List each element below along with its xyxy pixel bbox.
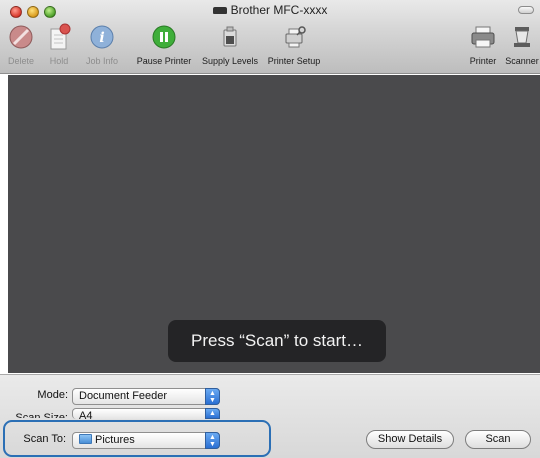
hold-icon <box>44 22 74 52</box>
scan-size-stepper-icon: ▲ <box>205 408 220 419</box>
delete-icon <box>6 22 36 52</box>
printer-icon <box>468 22 498 52</box>
window-title: Brother MFC-xxxx <box>0 3 540 17</box>
supply-levels-icon <box>215 22 245 52</box>
printer-setup-icon <box>279 22 309 52</box>
printer-icon <box>212 7 227 15</box>
info-icon: i <box>87 22 117 52</box>
printer-label: Printer <box>469 56 497 66</box>
printer-queue-window: Brother MFC-xxxx Delete Hold i Job Info … <box>0 0 540 458</box>
pause-printer-label: Pause Printer <box>136 56 192 66</box>
mode-label: Mode: <box>37 389 68 401</box>
hold-button[interactable]: Hold <box>44 22 74 70</box>
printer-setup-button[interactable]: Printer Setup <box>263 22 325 70</box>
supply-levels-button[interactable]: Supply Levels <box>199 22 261 70</box>
scan-size-label: Scan Size: <box>15 412 68 418</box>
printer-button[interactable]: Printer <box>466 22 500 70</box>
pause-icon <box>149 22 179 52</box>
delete-label: Delete <box>7 56 34 66</box>
svg-text:i: i <box>99 30 104 46</box>
delete-button[interactable]: Delete <box>6 22 36 70</box>
mode-stepper-icon: ▲ ▼ <box>205 388 220 405</box>
scan-prompt-hud: Press “Scan” to start… <box>168 320 386 362</box>
supply-levels-label: Supply Levels <box>201 56 259 66</box>
scanner-label: Scanner <box>505 56 539 66</box>
mode-value: Document Feeder <box>79 390 168 402</box>
scanner-icon <box>507 22 537 52</box>
scan-to-highlight-ring <box>3 420 271 457</box>
hold-label: Hold <box>49 56 69 66</box>
pause-printer-button[interactable]: Pause Printer <box>133 22 195 70</box>
printer-setup-label: Printer Setup <box>267 56 321 66</box>
show-details-button[interactable]: Show Details <box>366 430 454 449</box>
scanner-button[interactable]: Scanner <box>504 22 540 70</box>
window-title-text: Brother MFC-xxxx <box>230 3 328 17</box>
job-info-button[interactable]: i Job Info <box>80 22 124 70</box>
scan-button[interactable]: Scan <box>465 430 531 449</box>
mode-popup[interactable]: Document Feeder ▲ ▼ <box>72 388 220 405</box>
scan-size-popup[interactable]: A4 ▲ <box>72 408 220 422</box>
unified-toolbar: Brother MFC-xxxx Delete Hold i Job Info … <box>0 0 540 74</box>
job-info-label: Job Info <box>85 56 119 66</box>
